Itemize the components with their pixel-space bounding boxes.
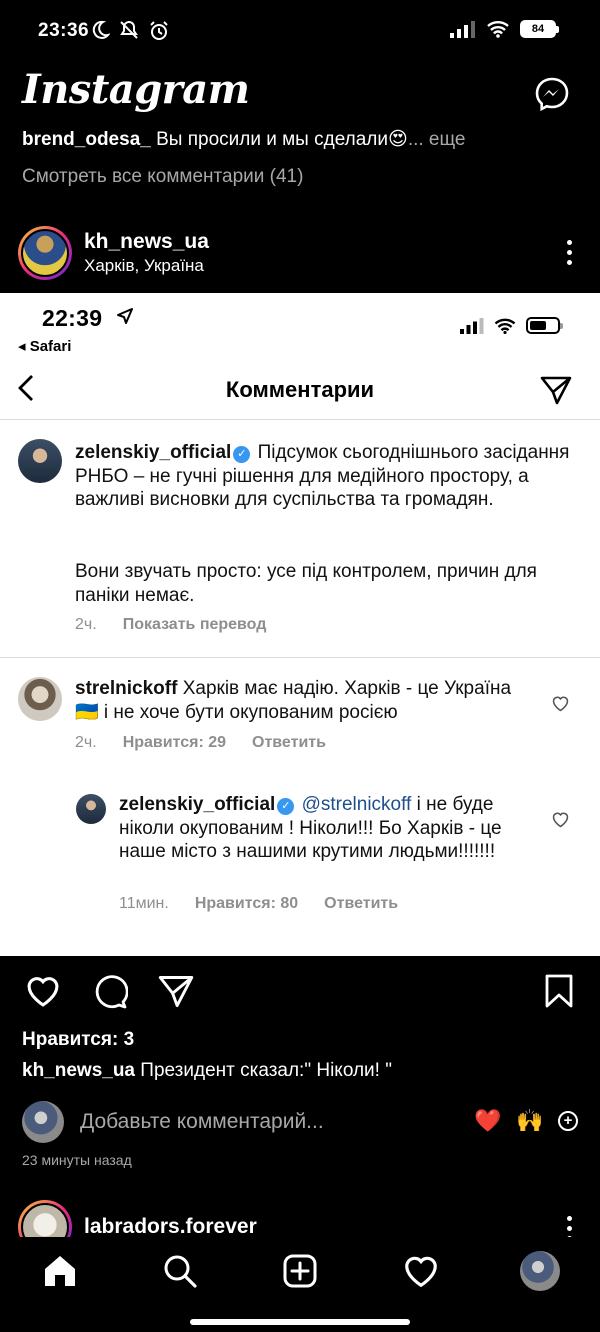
bottom-navigation [0, 1237, 600, 1332]
status-time: 23:36 [38, 20, 90, 41]
previous-comment-user[interactable]: brend_odesa_ [22, 129, 151, 150]
alarm-icon [150, 21, 168, 40]
more-link[interactable]: ... еще [408, 129, 466, 150]
post-timestamp: 23 минуты назад [22, 1152, 132, 1168]
post-location[interactable]: Харків, Україна [84, 256, 204, 276]
comment-like-icon [552, 812, 569, 828]
view-all-comments-link[interactable]: Смотреть все комментарии (41) [22, 166, 303, 188]
quick-emoji-heart[interactable]: ❤️ [474, 1108, 501, 1134]
comment-meta: 2ч. Нравится: 29 Ответить [75, 734, 326, 752]
comment-username: strelnickoff [75, 678, 178, 699]
verified-badge-icon: ✓ [277, 798, 295, 815]
wifi-icon [487, 21, 509, 38]
send-icon [540, 376, 572, 405]
add-comment-input[interactable]: Добавьте комментарий... [80, 1110, 324, 1134]
reply-link: Ответить [252, 734, 326, 751]
status-left-icons [90, 20, 170, 42]
create-icon[interactable] [282, 1253, 318, 1289]
image-back-to-safari: ◂ Safari [18, 338, 72, 355]
comment-username: zelenskiy_official [119, 794, 276, 815]
location-arrow-icon [117, 308, 133, 324]
comment-likes: Нравится: 29 [122, 734, 227, 751]
status-right-icons: 84 [450, 20, 559, 38]
image-status-icons [460, 317, 563, 334]
post-options-icon[interactable] [567, 240, 572, 265]
reply-link: Ответить [324, 895, 399, 912]
moon-icon [92, 20, 110, 39]
quick-emoji-raised-hands[interactable]: 🙌 [516, 1108, 543, 1134]
likes-count[interactable]: Нравится: 3 [22, 1029, 134, 1051]
strelnickoff-avatar [18, 677, 62, 721]
previous-comment[interactable]: brend_odesa_ Вы просили и мы сделали😍...… [22, 128, 465, 151]
image-wifi-icon [494, 318, 516, 334]
post-caption: kh_news_ua Президент сказал:" Ніколи! " [22, 1060, 392, 1082]
mute-icon [120, 21, 138, 39]
profile-avatar[interactable] [520, 1251, 560, 1291]
battery-icon: 84 [520, 20, 559, 38]
comments-title: Комментарии [225, 377, 375, 402]
next-post-username[interactable]: labradors.forever [84, 1215, 257, 1239]
comment-time: 11мин. [119, 895, 169, 912]
instagram-logo[interactable]: Instagram [22, 66, 250, 113]
caption-text: Президент сказал:" Ніколи! " [140, 1060, 392, 1081]
caption-username[interactable]: kh_news_ua [22, 1060, 135, 1081]
like-icon[interactable] [24, 974, 62, 1008]
comment-mention: @strelnickoff [301, 794, 412, 815]
comment-username: zelenskiy_official [75, 442, 232, 463]
divider [0, 657, 600, 658]
image-battery-icon [526, 317, 563, 334]
activity-icon[interactable] [402, 1253, 440, 1289]
previous-comment-text: Вы просили и мы сделали😍 [156, 129, 408, 150]
verified-badge-icon: ✓ [233, 446, 251, 463]
search-icon[interactable] [162, 1253, 198, 1289]
post-actions [24, 974, 194, 1010]
see-translation-link: Показать перевод [122, 616, 267, 633]
image-status-time: 22:39 [42, 305, 103, 331]
comment-meta: 11мин. Нравится: 80 Ответить [119, 895, 398, 913]
signal-icon [450, 21, 475, 38]
comment-text-paragraph-2: Вони звучать просто: усе під контролем, … [75, 561, 537, 606]
add-emoji-icon[interactable]: + [558, 1111, 578, 1131]
comment-likes: Нравится: 80 [194, 895, 299, 912]
comment-meta: 2ч. Показать перевод [75, 616, 266, 634]
zelenskiy-avatar [76, 794, 106, 824]
home-icon[interactable] [42, 1253, 78, 1289]
post-author-username[interactable]: kh_news_ua [84, 230, 209, 254]
comment-strelnickoff: strelnickoff Харків має надію. Харків - … [75, 677, 530, 724]
comment-like-icon [552, 696, 569, 712]
divider [0, 419, 600, 420]
comment-icon[interactable] [92, 974, 128, 1010]
current-user-avatar [22, 1101, 64, 1143]
bookmark-icon[interactable] [544, 974, 574, 1008]
post-author-avatar[interactable] [18, 226, 72, 280]
zelenskiy-avatar [18, 439, 62, 483]
messenger-icon[interactable] [534, 76, 570, 117]
share-icon[interactable] [158, 974, 194, 1008]
reply-zelenskiy: zelenskiy_official ✓ @strelnickoff і не б… [119, 793, 529, 864]
image-signal-icon [460, 317, 484, 334]
comment-time: 2ч. [75, 616, 97, 633]
home-indicator[interactable] [190, 1319, 410, 1325]
post-image[interactable]: 22:39 ◂ Safari Комментарии zelenskiy_off… [0, 293, 600, 956]
comment-time: 2ч. [75, 734, 97, 751]
comment-zelenskiy-caption: zelenskiy_official ✓ Підсумок сьогоднішнь… [75, 441, 580, 512]
